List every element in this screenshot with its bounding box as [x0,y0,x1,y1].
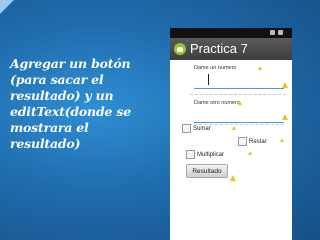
checkbox-box[interactable] [186,150,195,159]
phone-screenshot: Practica 7 Dame un numero Dame otro nume… [170,28,292,240]
app-title-bar: Practica 7 [170,38,292,60]
layout-guide [190,94,286,95]
result-button[interactable]: Resultado [186,164,228,178]
second-number-input[interactable] [194,110,284,123]
signal-icon [270,30,275,35]
instruction-line: editText(donde se [10,104,131,119]
instruction-line: mostrara el [10,120,89,135]
instruction-line: resultado) [10,136,81,151]
instruction-line: resultado) y un [10,88,114,103]
checkbox-box[interactable] [238,137,247,146]
second-number-label: Dame otro numero [194,100,240,106]
warning-icon [230,175,236,181]
checkbox-label: Sumar [193,125,211,132]
slide-instructions: Agregar un botón (para sacar el resultad… [10,56,158,152]
warning-icon [248,151,252,155]
warning-icon [280,138,284,142]
subtract-checkbox[interactable]: Restar [238,137,267,146]
add-checkbox[interactable]: Sumar [182,124,211,133]
status-bar [170,28,292,38]
warning-icon [282,114,288,120]
warning-icon [258,66,262,70]
app-title: Practica 7 [190,41,248,56]
checkbox-label: Multiplicar [197,151,225,158]
corner-accent [0,0,14,14]
checkbox-box[interactable] [182,124,191,133]
text-cursor [208,74,209,85]
first-number-input[interactable] [194,74,284,89]
multiply-checkbox[interactable]: Multiplicar [186,150,224,159]
first-number-label: Dame un numero [194,65,237,71]
warning-icon [232,126,236,130]
warning-icon [238,101,242,105]
warning-icon [282,82,288,88]
checkbox-label: Restar [249,138,267,145]
instruction-line: (para sacar el [10,72,104,87]
battery-icon [278,30,283,35]
instruction-line: Agregar un botón [10,56,131,71]
android-icon [174,43,186,55]
